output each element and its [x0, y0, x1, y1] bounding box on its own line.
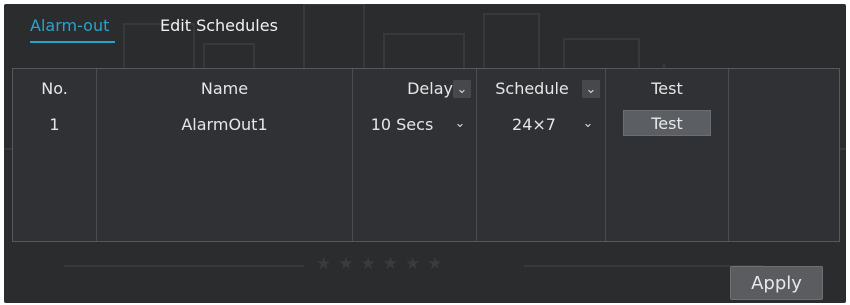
schedule-select[interactable]: 24×7 ⌄	[481, 111, 601, 135]
schedule-header-dropdown[interactable]: ⌄	[582, 80, 600, 98]
tab-bar: Alarm-out Edit Schedules	[4, 4, 846, 54]
chevron-down-icon: ⌄	[456, 81, 468, 97]
header-test: Test	[651, 79, 683, 98]
delay-header-dropdown[interactable]: ⌄	[453, 80, 471, 98]
alarm-out-panel: WE SECURE YOUR LIFE ★★★★★★ 19 Alarm-out …	[4, 4, 846, 303]
alarm-out-table: No. Name Delay ⌄ Schedule ⌄ Test 1 Alarm…	[12, 68, 840, 242]
tab-alarm-out[interactable]: Alarm-out	[30, 16, 109, 35]
tab-edit-schedules[interactable]: Edit Schedules	[160, 16, 278, 35]
chevron-down-icon: ⌄	[582, 115, 594, 131]
test-button[interactable]: Test	[623, 110, 711, 136]
delay-value: 10 Secs	[370, 115, 434, 134]
row-number: 1	[49, 115, 60, 134]
watermark-stars: ★★★★★★	[316, 254, 450, 274]
header-no: No.	[41, 79, 68, 98]
apply-button[interactable]: Apply	[730, 266, 823, 300]
active-tab-underline	[30, 41, 115, 43]
header-delay: Delay	[407, 79, 453, 98]
header-name: Name	[200, 79, 249, 98]
header-schedule: Schedule	[495, 79, 569, 98]
chevron-down-icon: ⌄	[454, 115, 466, 131]
chevron-down-icon: ⌄	[585, 81, 597, 97]
alarm-out-name: AlarmOut1	[181, 115, 268, 134]
schedule-value: 24×7	[512, 115, 556, 134]
column-divider	[728, 69, 729, 241]
delay-select[interactable]: 10 Secs ⌄	[357, 111, 472, 135]
